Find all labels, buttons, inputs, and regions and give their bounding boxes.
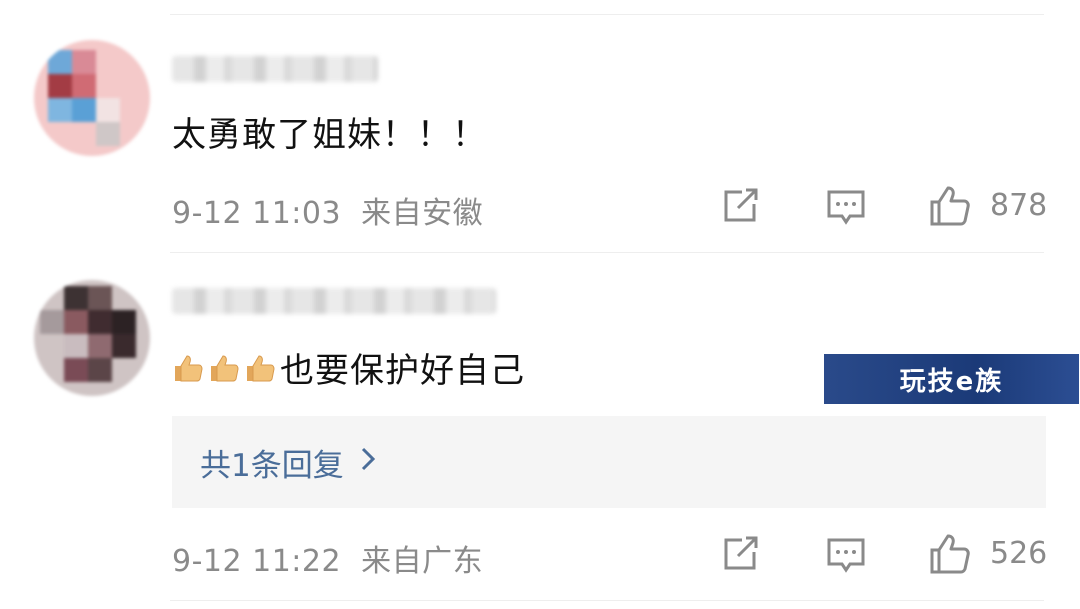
username-blurred[interactable] bbox=[172, 288, 496, 314]
comment-item-2: 也要保护好自己 共1条回复 9-12 11:22 来自广东 526 bbox=[0, 0, 1080, 609]
comment-icon[interactable] bbox=[824, 532, 868, 576]
replies-count-label: 共1条回复 bbox=[200, 447, 344, 484]
watermark-logo: 玩技e族 bbox=[824, 354, 1079, 404]
replies-box[interactable]: 共1条回复 bbox=[172, 416, 1046, 508]
chevron-right-icon bbox=[360, 446, 376, 479]
avatar[interactable] bbox=[34, 280, 150, 396]
bottom-divider bbox=[170, 600, 1044, 601]
comment-actions: 526 bbox=[0, 532, 1080, 580]
thumbs-up-emoji bbox=[244, 352, 276, 382]
like-icon[interactable] bbox=[928, 532, 972, 576]
watermark-text: 玩技e族 bbox=[899, 366, 1004, 397]
thumbs-up-emoji bbox=[172, 352, 204, 382]
view-replies-link[interactable]: 共1条回复 bbox=[200, 440, 376, 485]
like-count: 526 bbox=[990, 536, 1048, 571]
comment-text: 也要保护好自己 bbox=[172, 344, 525, 391]
share-icon[interactable] bbox=[718, 532, 762, 576]
thumbs-up-emoji bbox=[208, 352, 240, 382]
